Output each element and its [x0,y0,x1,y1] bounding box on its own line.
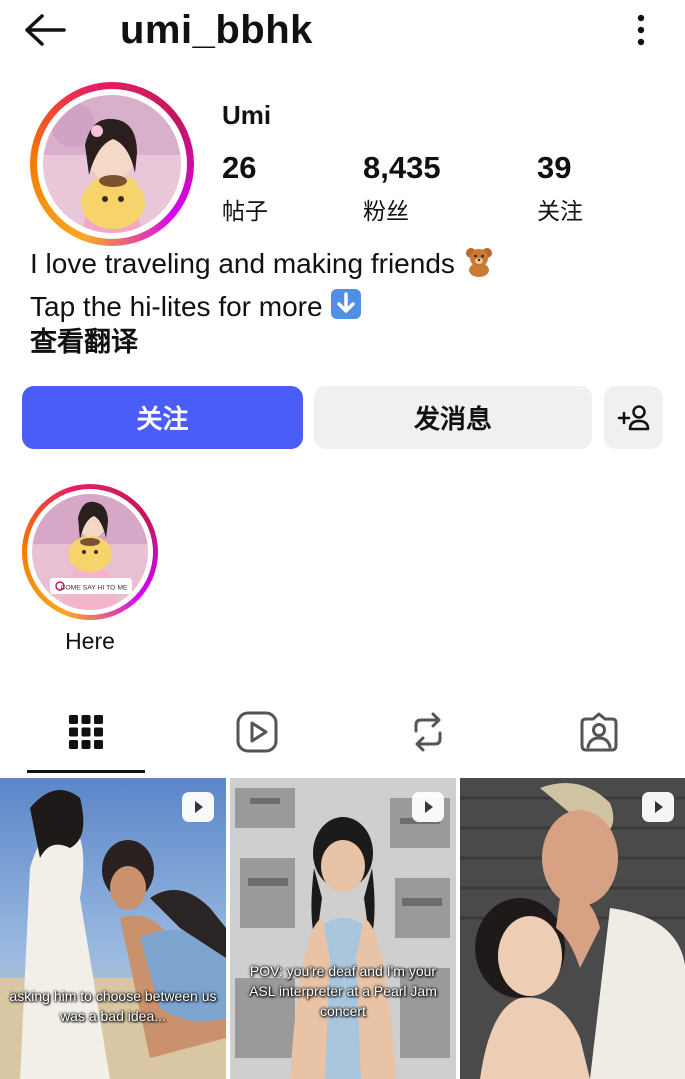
tab-tagged[interactable] [514,690,684,774]
profile-avatar [43,95,181,233]
reposts-icon [414,712,442,752]
profile-bio: I love traveling and making friends Tap … [30,244,495,330]
bio-line-2: Tap the hi-lites for more [30,291,323,322]
profile-display-name: Umi [222,100,272,130]
profile-tabs [0,690,685,774]
tab-posts-grid[interactable] [1,690,171,774]
reel-indicator-icon [412,792,444,822]
stat-posts-label: 帖子 [222,198,268,224]
stat-followers-value: 8,435 [363,150,441,185]
active-tab-indicator [27,770,145,773]
profile-username: umi_bbhk [120,8,313,52]
posts-grid: asking him to choose between us was a ba… [0,778,685,1079]
back-arrow-icon[interactable] [22,10,68,50]
reels-icon [236,711,278,753]
post-caption: POV: you're deaf and I'm your ASL interp… [249,963,437,1019]
stat-following[interactable]: 39 关注 [537,150,583,226]
follow-button[interactable]: 关注 [22,386,303,449]
stat-posts-value: 26 [222,150,257,185]
highlight-sticker-text: COME SAY HI TO ME [60,585,128,592]
grid-post[interactable]: asking him to choose between us was a ba… [0,778,226,1079]
add-user-button[interactable] [604,386,663,449]
post-thumbnail [0,778,226,1079]
tab-reposts[interactable] [343,690,513,774]
grid-post[interactable]: POV: you're deaf and I'm your ASL interp… [230,778,456,1079]
reel-indicator-icon [642,792,674,822]
stat-posts[interactable]: 26 帖子 [222,150,268,226]
reel-indicator-icon [182,792,214,822]
tagged-icon [580,712,618,752]
add-user-icon [617,404,649,430]
grid-icon [69,715,103,749]
post-caption: asking him to choose between us was a ba… [9,988,217,1024]
profile-avatar-story-ring[interactable] [30,82,194,246]
story-highlight[interactable]: COME SAY HI TO ME [22,484,158,620]
tab-reels[interactable] [172,690,342,774]
down-arrow-icon [330,288,362,330]
top-bar: umi_bbhk [0,0,685,64]
stat-following-value: 39 [537,150,572,185]
see-translation-link[interactable]: 查看翻译 [30,320,138,359]
message-button[interactable]: 发消息 [314,386,592,449]
teddy-bear-icon [463,245,495,287]
stat-followers-label: 粉丝 [363,198,409,224]
more-options-icon[interactable] [626,12,656,48]
grid-post[interactable] [460,778,685,1079]
stat-following-label: 关注 [537,198,583,224]
bio-line-1: I love traveling and making friends [30,248,455,279]
post-thumbnail [230,778,456,1079]
post-thumbnail [460,778,685,1079]
stat-followers[interactable]: 8,435 粉丝 [363,150,441,226]
highlight-cover: COME SAY HI TO ME [32,494,148,610]
highlight-label: Here [65,628,115,654]
